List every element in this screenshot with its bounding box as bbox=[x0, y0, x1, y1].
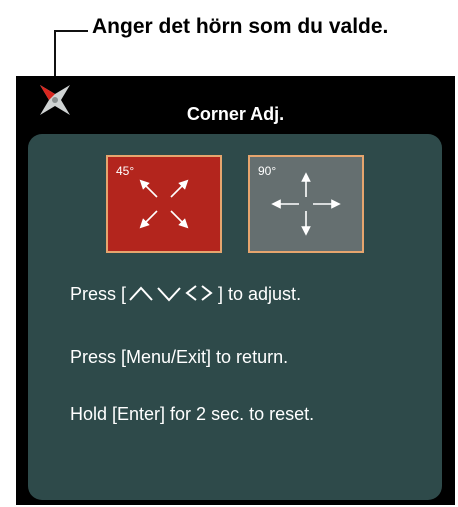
mode-90-option[interactable]: 90° bbox=[248, 155, 364, 253]
osd-menu: Corner Adj. 45° 90° Press [] to adjust.… bbox=[16, 76, 455, 505]
annotation-line-horizontal bbox=[54, 30, 88, 32]
return-instruction: Press [Menu/Exit] to return. bbox=[70, 347, 289, 367]
reset-instruction: Hold [Enter] for 2 sec. to reset. bbox=[70, 404, 315, 424]
adjust-suffix: ] to adjust. bbox=[218, 284, 302, 304]
annotation-line-vertical bbox=[54, 30, 56, 82]
cross-arrows-icon bbox=[271, 172, 341, 236]
mode-45-option[interactable]: 45° bbox=[106, 155, 222, 253]
osd-panel: 45° 90° Press [] to adjust. Press [Menu… bbox=[28, 134, 442, 500]
osd-title: Corner Adj. bbox=[186, 104, 285, 124]
adjust-prefix: Press [ bbox=[70, 284, 127, 304]
diagonal-arrows-icon bbox=[139, 179, 189, 229]
adjust-instruction: Press [ ] to adjust. bbox=[70, 284, 301, 305]
arrow-keys-icon bbox=[129, 285, 213, 302]
annotation-label: Anger det hörn som du valde. bbox=[92, 15, 389, 38]
